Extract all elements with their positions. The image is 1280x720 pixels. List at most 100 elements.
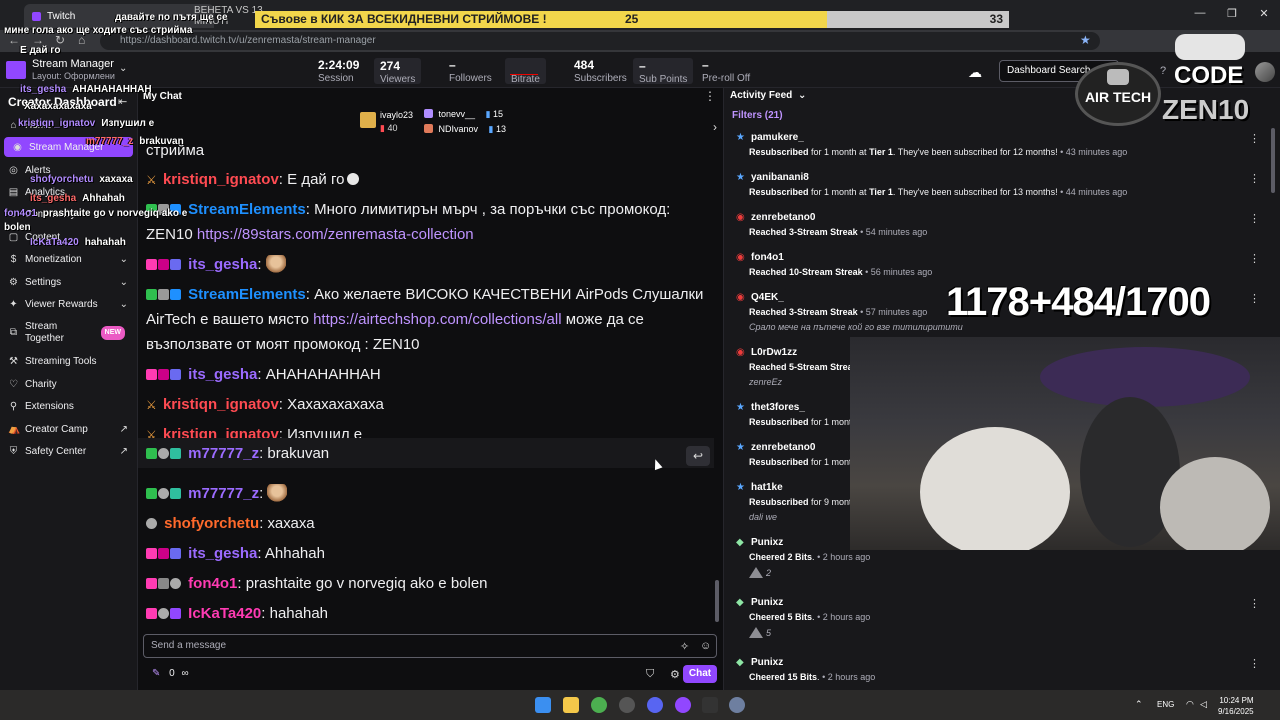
sidebar-item-charity[interactable]: ♡ Charity <box>0 374 137 394</box>
feed-username[interactable]: Punixz <box>751 657 783 668</box>
chat-username[interactable]: fon4o1 <box>188 575 237 592</box>
maximize-button[interactable]: ❐ <box>1216 0 1248 26</box>
home-browser-icon[interactable]: ⌂ <box>78 33 85 47</box>
chat-username[interactable]: StreamElements <box>188 286 306 303</box>
sparkle-icon[interactable]: ✧ <box>680 640 689 653</box>
minimize-button[interactable]: — <box>1184 0 1216 26</box>
shield-icon[interactable]: ⛉ <box>646 668 654 681</box>
feed-username[interactable]: fon4o1 <box>751 252 784 263</box>
chat-scroll-thumb[interactable] <box>715 580 719 622</box>
sidebar-item-stream-manager[interactable]: ◉ Stream Manager <box>4 137 133 157</box>
feed-username[interactable]: L0rDw1zz <box>751 347 797 358</box>
feed-title[interactable]: Activity Feed ⌄ <box>730 90 806 101</box>
kebab-menu-icon[interactable]: ⋮ <box>1249 292 1260 305</box>
kebab-menu-icon[interactable]: ⋮ <box>1249 212 1260 225</box>
feed-scrollbar[interactable] <box>1271 128 1275 193</box>
leaderboard-item[interactable]: tonevv__ ▮ 15 <box>424 109 503 120</box>
sidebar-item-monetization[interactable]: $ Monetization ⌄ <box>0 249 137 269</box>
feed-username[interactable]: thet3fores_ <box>751 402 805 413</box>
chat-username[interactable]: its_gesha <box>188 545 257 562</box>
volume-icon[interactable]: ◁ <box>1200 699 1207 710</box>
chat-username[interactable]: m77777_z <box>188 445 259 462</box>
feed-username[interactable]: zenrebetano0 <box>751 212 815 223</box>
sidebar-item-viewer-rewards[interactable]: ✦ Viewer Rewards ⌄ <box>0 294 137 314</box>
feed-username[interactable]: zenrebetano0 <box>751 442 815 453</box>
stream-preview-video[interactable] <box>850 337 1280 550</box>
sidebar-item-settings[interactable]: ⚙ Settings ⌄ <box>0 272 137 292</box>
kebab-menu-icon[interactable]: ⋮ <box>704 89 716 103</box>
chat-username[interactable]: m77777_z <box>188 485 259 502</box>
url-field[interactable]: https://dashboard.twitch.tv/u/zenremasta… <box>100 32 1100 50</box>
feed-username[interactable]: Q4EK_ <box>751 292 784 303</box>
feed-username[interactable]: Punixz <box>751 537 783 548</box>
chevron-right-icon[interactable]: › <box>713 120 717 134</box>
send-chat-button[interactable]: Chat <box>683 665 717 683</box>
sidebar-item-stream-together[interactable]: ⧉ Stream Together NEW <box>0 320 137 346</box>
start-icon[interactable] <box>535 697 551 713</box>
feed-action: Reached <box>749 227 787 237</box>
settings-app-icon[interactable] <box>729 697 745 713</box>
terminal-icon[interactable] <box>702 697 718 713</box>
chat-scrollbar[interactable] <box>715 148 719 626</box>
message-link[interactable]: https://89stars.com/zenremasta-collectio… <box>197 226 474 243</box>
chat-username[interactable]: kristiqn_ignatov <box>163 396 279 413</box>
feed-username[interactable]: pamukere_ <box>751 132 804 143</box>
emote-picker-icon[interactable]: ☺ <box>700 640 711 652</box>
kebab-menu-icon[interactable]: ⋮ <box>1249 657 1260 670</box>
gear-icon[interactable]: ⚙ <box>670 668 680 681</box>
sidebar-item-community[interactable]: ☺ Community <box>0 204 137 224</box>
language-indicator[interactable]: ENG <box>1157 700 1174 709</box>
kebab-menu-icon[interactable]: ⋮ <box>1249 597 1260 610</box>
discord-icon[interactable] <box>647 697 663 713</box>
chat-username[interactable]: its_gesha <box>188 366 257 383</box>
collapse-sidebar-icon[interactable]: ⇤ <box>118 95 127 108</box>
sidebar-item-creator-camp[interactable]: ⛺ Creator Camp ↗ <box>0 419 137 439</box>
feed-filters-button[interactable]: Filters (21) <box>732 110 783 121</box>
sidebar-item-analytics[interactable]: ▤ Analytics <box>0 182 137 202</box>
chat-username[interactable]: IcKaTa420 <box>188 605 261 622</box>
feed-username[interactable]: yanibanani8 <box>751 172 809 183</box>
back-icon[interactable]: ← <box>8 33 20 47</box>
chat-username[interactable]: kristiqn_ignatov <box>163 171 279 188</box>
chat-input[interactable]: Send a message <box>143 634 717 658</box>
network-icon[interactable]: ◠ <box>1186 699 1194 710</box>
bookmark-star-icon[interactable]: ★ <box>1080 33 1091 47</box>
feed-username[interactable]: Punixz <box>751 597 783 608</box>
forward-icon[interactable]: → <box>32 33 44 47</box>
sidebar-item-extensions[interactable]: ⚲ Extensions <box>0 396 137 416</box>
channel-points[interactable]: ✎ 0 ∞ <box>152 668 189 679</box>
layout-label[interactable]: Layout: Оформлени <box>32 71 115 81</box>
badges <box>146 511 158 536</box>
layout-chevron-down-icon[interactable]: ⌄ <box>119 63 127 74</box>
help-icon[interactable]: ? <box>1160 65 1166 77</box>
reload-icon[interactable]: ↻ <box>55 33 65 47</box>
kebab-menu-icon[interactable]: ⋮ <box>1249 172 1260 185</box>
chat-title[interactable]: My Chat <box>143 91 182 102</box>
sidebar-item-streaming-tools[interactable]: ⚒ Streaming Tools <box>0 351 137 371</box>
kebab-menu-icon[interactable]: ⋮ <box>1249 132 1260 145</box>
chat-username[interactable]: StreamElements <box>188 201 306 218</box>
avatar[interactable] <box>1255 62 1275 82</box>
chat-username[interactable]: shofyorchetu <box>164 515 259 532</box>
chrome-icon[interactable] <box>591 697 607 713</box>
sidebar-item-alerts[interactable]: ◎ Alerts <box>0 160 137 180</box>
close-window-button[interactable]: ✕ <box>1248 0 1280 26</box>
sidebar-item-content[interactable]: ▢ Content <box>0 227 137 247</box>
tray-chevron-up-icon[interactable]: ⌃ <box>1135 699 1143 710</box>
twitch-app-icon[interactable] <box>675 697 691 713</box>
sidebar-item-safety-center[interactable]: ⛨ Safety Center ↗ <box>0 441 137 461</box>
chat-username[interactable]: its_gesha <box>188 256 257 273</box>
obs-icon[interactable] <box>619 697 635 713</box>
message-link[interactable]: https://airtechshop.com/collections/all <box>313 311 561 328</box>
leaderboard-item[interactable]: NDIvanov ▮ 13 <box>424 124 506 135</box>
chat-message-hovered[interactable]: m77777_z: brakuvan <box>138 438 714 468</box>
file-explorer-icon[interactable] <box>563 697 579 713</box>
cloud-icon[interactable]: ☁ <box>968 64 982 81</box>
leaderboard-item[interactable]: ivaylo23 <box>380 110 413 120</box>
feed-username[interactable]: hat1ke <box>751 482 783 493</box>
reply-button[interactable]: ↩ <box>686 446 710 466</box>
kebab-menu-icon[interactable]: ⋮ <box>1249 252 1260 265</box>
clock[interactable]: 10:24 PM 9/16/2025 <box>1218 695 1254 717</box>
twitch-logo-icon[interactable] <box>6 61 26 79</box>
sidebar-item-home[interactable]: ⌂ Home <box>0 115 137 135</box>
